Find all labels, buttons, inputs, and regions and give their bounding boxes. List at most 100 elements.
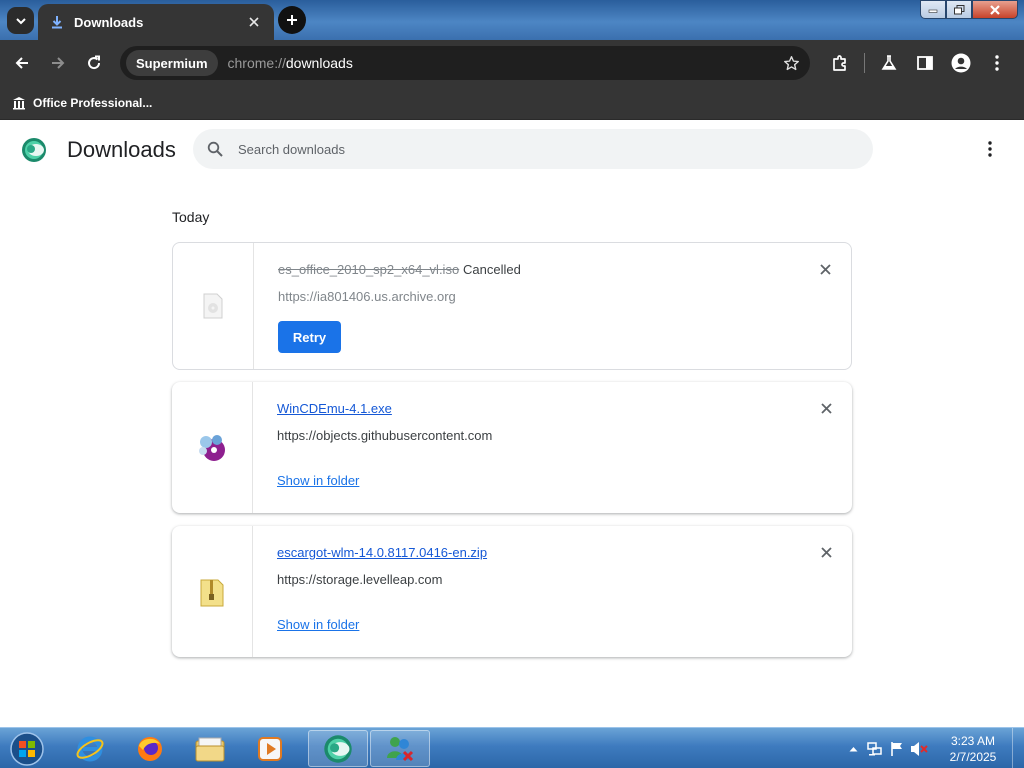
back-button[interactable] bbox=[4, 45, 40, 81]
close-icon bbox=[819, 263, 831, 275]
toolbar-separator bbox=[864, 53, 865, 73]
download-source-url[interactable]: https://storage.levelleap.com bbox=[277, 572, 442, 587]
supermium-logo-icon bbox=[22, 138, 46, 162]
tab-strip: Downloads bbox=[0, 0, 1024, 40]
supermium-icon bbox=[324, 734, 352, 763]
extensions-button[interactable] bbox=[822, 46, 858, 80]
more-vert-icon bbox=[995, 55, 999, 71]
start-button[interactable] bbox=[6, 729, 48, 768]
messenger-icon bbox=[387, 736, 414, 761]
bookmark-office-professional[interactable]: Office Professional... bbox=[12, 96, 152, 110]
remove-item-button[interactable] bbox=[818, 400, 834, 416]
search-bar[interactable] bbox=[193, 129, 873, 169]
more-vert-icon bbox=[988, 141, 992, 157]
taskbar-internet-explorer[interactable] bbox=[60, 730, 120, 767]
restore-icon bbox=[953, 4, 964, 14]
internet-explorer-icon bbox=[76, 736, 104, 761]
file-explorer-icon bbox=[195, 737, 225, 761]
tab-search-button[interactable] bbox=[7, 7, 34, 34]
volume-tray-icon[interactable] bbox=[908, 739, 930, 759]
bookmark-label: Office Professional... bbox=[33, 95, 153, 110]
download-source-url[interactable]: https://objects.githubusercontent.com bbox=[277, 428, 492, 443]
url-scheme: chrome:// bbox=[227, 55, 286, 71]
tab-title: Downloads bbox=[74, 14, 144, 30]
side-panel-icon bbox=[917, 56, 933, 70]
search-input[interactable] bbox=[238, 141, 798, 157]
building-icon bbox=[12, 96, 26, 110]
tab-downloads[interactable]: Downloads bbox=[38, 4, 274, 40]
page-title: Downloads bbox=[67, 137, 176, 162]
download-item: WinCDEmu-4.1.exe https://objects.githubu… bbox=[172, 382, 852, 513]
windows-orb-icon bbox=[10, 732, 44, 766]
url-host: downloads bbox=[285, 55, 353, 71]
download-item: escargot-wlm-14.0.8117.0416-en.zip https… bbox=[172, 526, 852, 657]
file-icon-column bbox=[172, 526, 253, 657]
profile-chip[interactable]: Supermium bbox=[126, 50, 218, 76]
file-icon-column bbox=[173, 243, 254, 369]
toolbar-actions bbox=[822, 46, 1015, 80]
chevron-down-icon bbox=[15, 17, 26, 24]
zip-folder-icon bbox=[200, 579, 224, 606]
browser-menu-button[interactable] bbox=[979, 46, 1015, 80]
page-menu-button[interactable] bbox=[978, 137, 1002, 161]
download-filename-link[interactable]: WinCDEmu-4.1.exe bbox=[277, 401, 392, 416]
download-icon bbox=[50, 15, 64, 29]
download-item: es_office_2010_sp2_x64_vl.iso Cancelled … bbox=[172, 242, 852, 370]
media-player-icon bbox=[258, 736, 282, 761]
remove-item-button[interactable] bbox=[817, 261, 833, 277]
taskbar: 3:23 AM 2/7/2025 bbox=[0, 727, 1024, 768]
taskbar-messenger[interactable] bbox=[370, 730, 430, 767]
window-controls bbox=[920, 0, 1018, 20]
arrow-right-icon bbox=[52, 57, 65, 69]
taskbar-supermium[interactable] bbox=[308, 730, 368, 767]
firefox-icon bbox=[138, 736, 162, 761]
show-desktop-button[interactable] bbox=[1012, 728, 1024, 768]
download-filename: es_office_2010_sp2_x64_vl.iso bbox=[278, 262, 460, 277]
minimize-icon bbox=[928, 9, 938, 13]
clock-time: 3:23 AM bbox=[950, 734, 996, 748]
wincdemu-app-icon bbox=[199, 434, 225, 461]
search-icon bbox=[206, 140, 224, 158]
forward-button[interactable] bbox=[40, 45, 76, 81]
arrow-left-icon bbox=[15, 57, 28, 69]
show-in-folder-link[interactable]: Show in folder bbox=[277, 473, 359, 488]
restore-button[interactable] bbox=[946, 0, 972, 19]
download-filename-link[interactable]: escargot-wlm-14.0.8117.0416-en.zip bbox=[277, 545, 487, 560]
new-tab-button[interactable] bbox=[278, 6, 306, 34]
reload-icon bbox=[88, 55, 101, 70]
downloads-page: Downloads Today es_office_2010_sp2_x64_v… bbox=[0, 121, 1024, 727]
download-source-url[interactable]: https://ia801406.us.archive.org bbox=[278, 289, 456, 304]
avatar-icon bbox=[951, 53, 971, 73]
show-in-folder-link[interactable]: Show in folder bbox=[277, 617, 359, 632]
browser-toolbar: Supermium chrome://downloads bbox=[0, 40, 1024, 86]
tab-close-icon[interactable] bbox=[246, 14, 262, 30]
plus-icon bbox=[287, 15, 297, 25]
clock-date: 2/7/2025 bbox=[949, 750, 997, 764]
taskbar-media-player[interactable] bbox=[240, 730, 300, 767]
address-bar[interactable]: Supermium chrome://downloads bbox=[120, 46, 810, 80]
retry-button[interactable]: Retry bbox=[278, 321, 341, 353]
blank-file-icon bbox=[203, 293, 223, 319]
reload-button[interactable] bbox=[76, 45, 112, 81]
minimize-button[interactable] bbox=[920, 0, 946, 19]
bookmark-star-button[interactable] bbox=[778, 50, 804, 76]
url-text[interactable]: chrome://downloads bbox=[228, 55, 778, 71]
action-center-tray-icon[interactable] bbox=[886, 739, 908, 759]
taskbar-file-explorer[interactable] bbox=[180, 730, 240, 767]
labs-button[interactable] bbox=[871, 46, 907, 80]
bookmarks-bar: Office Professional... bbox=[0, 86, 1024, 120]
system-tray bbox=[842, 728, 930, 768]
close-window-button[interactable] bbox=[972, 0, 1018, 19]
flag-icon bbox=[891, 741, 902, 756]
taskbar-clock[interactable]: 3:23 AM 2/7/2025 bbox=[938, 733, 1008, 765]
taskbar-firefox[interactable] bbox=[120, 730, 180, 767]
show-hidden-icons-button[interactable] bbox=[842, 739, 864, 759]
remove-item-button[interactable] bbox=[818, 544, 834, 560]
chevron-up-icon bbox=[849, 746, 857, 751]
date-heading: Today bbox=[172, 209, 210, 225]
close-icon bbox=[990, 4, 1000, 15]
side-panel-button[interactable] bbox=[907, 46, 943, 80]
flask-icon bbox=[881, 55, 897, 70]
profile-button[interactable] bbox=[943, 46, 979, 80]
network-tray-icon[interactable] bbox=[864, 739, 886, 759]
